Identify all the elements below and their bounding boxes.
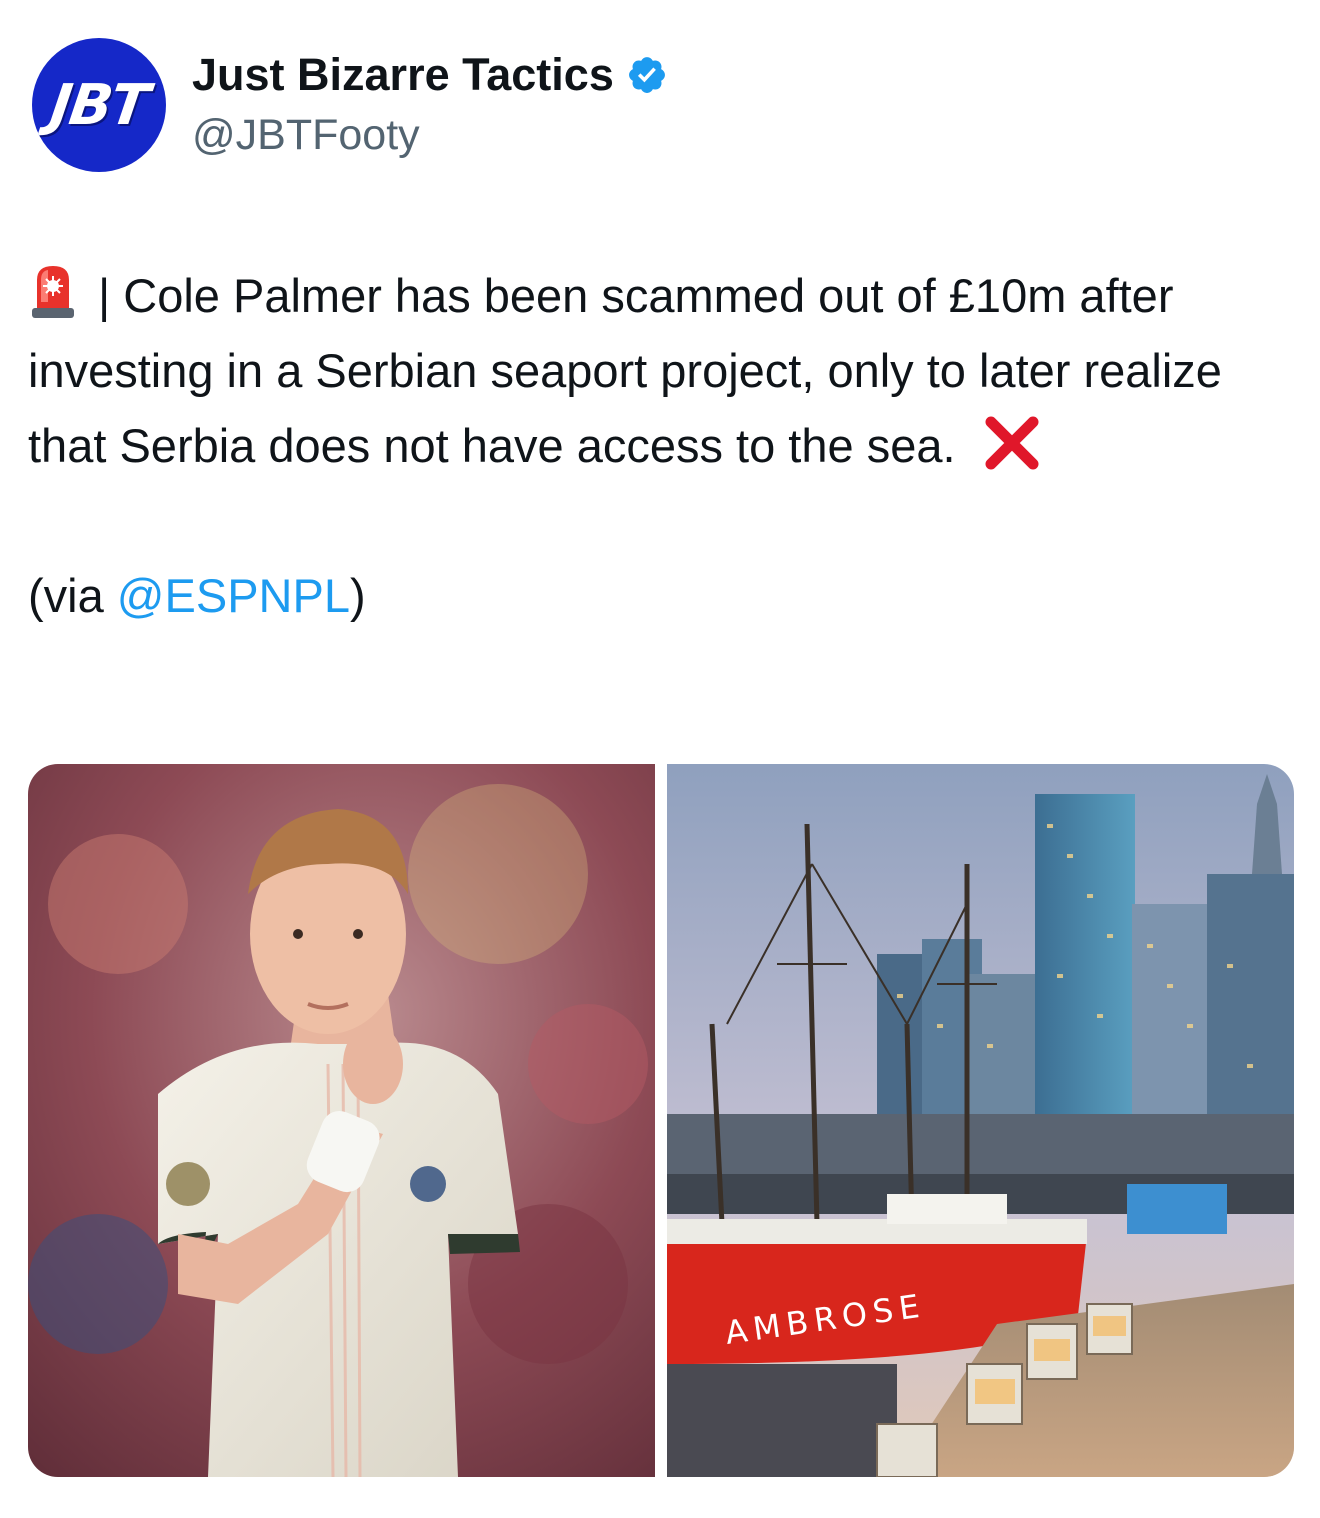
via-suffix: )	[349, 569, 366, 622]
name-row: Just Bizarre Tactics	[192, 48, 668, 102]
cross-mark-icon	[985, 416, 1039, 470]
tweet-text-main: | Cole Palmer has been scammed out of £1…	[28, 269, 1222, 472]
tweet-header: JBT Just Bizarre Tactics @JBTFooty	[32, 38, 668, 172]
mention-link[interactable]: @ESPNPL	[117, 569, 350, 622]
rotating-light-icon	[32, 266, 74, 318]
avatar-logo-text: JBT	[46, 72, 152, 138]
seaport-illustration: AMBROSE	[667, 764, 1294, 1477]
tweet-main-paragraph: | Cole Palmer has been scammed out of £1…	[28, 258, 1298, 483]
display-name[interactable]: Just Bizarre Tactics	[192, 48, 614, 102]
via-line: (via @ESPNPL)	[28, 558, 1298, 633]
avatar[interactable]: JBT	[32, 38, 166, 172]
author-names: Just Bizarre Tactics @JBTFooty	[192, 48, 668, 162]
seaport-photo[interactable]: AMBROSE	[667, 764, 1294, 1477]
footballer-photo[interactable]	[28, 764, 655, 1477]
media-grid: AMBROSE	[28, 764, 1294, 1477]
via-prefix: (via	[28, 569, 117, 622]
footballer-illustration	[28, 764, 655, 1477]
tweet-body: | Cole Palmer has been scammed out of £1…	[28, 258, 1298, 633]
verified-badge-icon	[628, 57, 665, 93]
handle[interactable]: @JBTFooty	[192, 108, 668, 162]
